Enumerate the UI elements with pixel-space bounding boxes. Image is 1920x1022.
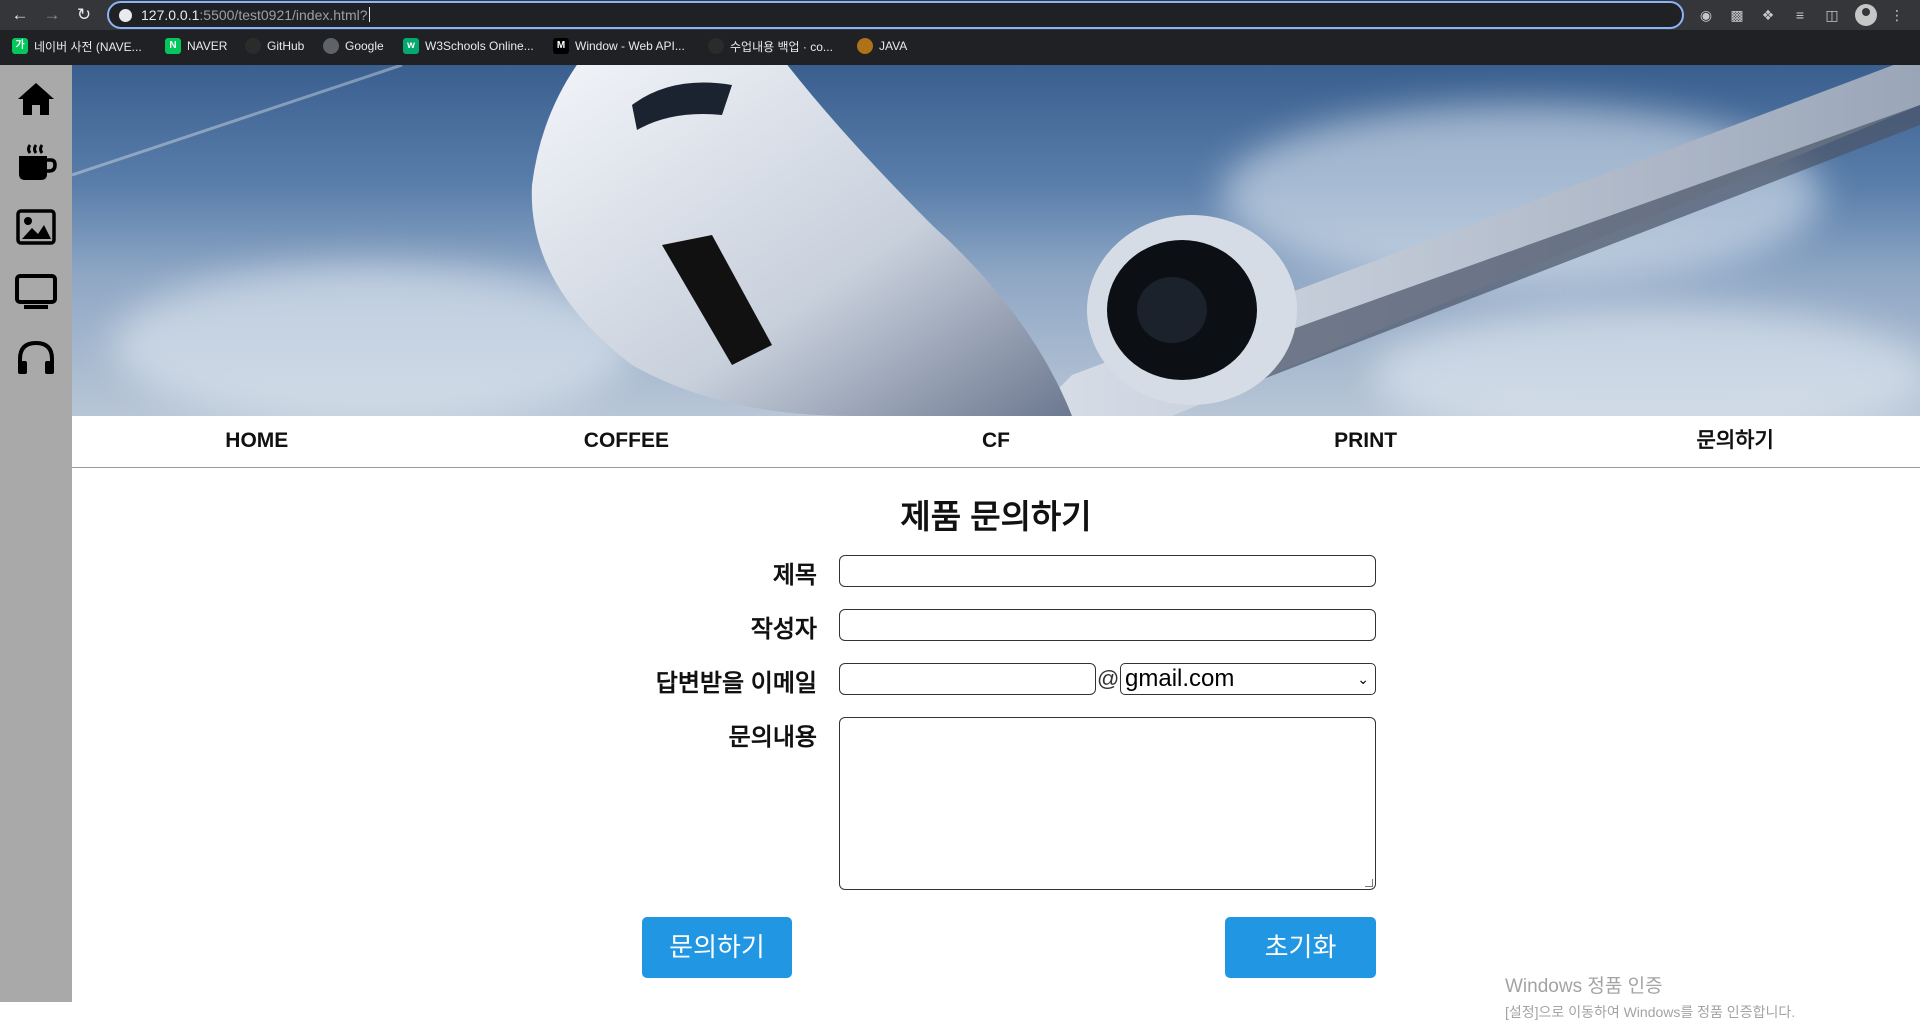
content-textarea[interactable] [839,717,1376,890]
text-caret [368,7,370,22]
bookmark-label: Google [345,39,384,53]
naver-dict-icon: 가 [12,38,28,54]
author-input[interactable] [839,609,1376,641]
watermark-subtitle: [설정]으로 이동하여 Windows를 정품 인증합니다. [1505,1004,1796,1020]
more-menu-icon[interactable]: ⋮ [1887,5,1907,25]
bookmark-label: GitHub [267,39,305,53]
reload-icon[interactable]: ↻ [74,5,94,25]
icon-sidebar [0,65,72,1002]
bookmark-item[interactable]: w W3Schools Online... [403,35,534,57]
home-icon[interactable] [14,77,58,121]
headphones-icon[interactable] [14,335,58,379]
nav-cf[interactable]: CF [811,416,1181,467]
form-title: 제품 문의하기 [900,498,1092,535]
windows-activation-watermark: Windows 정품 인증 [설정]으로 이동하여 Windows를 정품 인증… [1505,971,1795,1022]
coffee-icon[interactable] [14,140,58,184]
bookmark-item[interactable]: JAVA [857,35,907,57]
chevron-down-icon: ⌄ [1357,671,1369,687]
subject-label: 제목 [772,562,817,589]
hero-airplane-image [72,65,1920,416]
screen-cast-icon[interactable]: ▩ [1727,5,1747,25]
tv-icon[interactable] [14,270,58,314]
nav-inquiry[interactable]: 문의하기 [1550,416,1920,467]
watermark-title: Windows 정품 인증 [1505,976,1663,997]
url-text: 127.0.0.1:5500/test0921/index.html? [141,7,370,23]
subject-input[interactable] [839,555,1376,587]
bookmark-item[interactable]: 수업내용 백업 · co... [708,35,833,57]
mdn-icon: M [553,38,569,54]
email-at-sign: @ [1097,666,1120,691]
airplane-illustration [72,65,1920,416]
back-arrow-icon[interactable]: ← [10,5,30,25]
page: HOME COFFEE CF PRINT 문의하기 제품 문의하기 제목 작성자… [0,65,1920,1020]
notion-icon [708,38,724,54]
bookmark-item[interactable]: N NAVER [165,35,227,57]
profile-avatar-icon[interactable] [1855,4,1877,26]
image-icon[interactable] [14,205,58,249]
content-label: 문의내용 [728,724,817,751]
bookmark-label: 네이버 사전 (NAVE... [34,39,142,54]
url-path: :5500/test0921/index.html? [199,7,368,23]
java-icon [857,38,873,54]
extensions-icon[interactable]: ❖ [1758,5,1778,25]
email-label: 답변받을 이메일 [655,670,817,697]
google-icon [323,38,339,54]
bookmark-item[interactable]: M Window - Web API... [553,35,685,57]
bookmark-item[interactable]: GitHub [245,35,304,57]
nav-print[interactable]: PRINT [1181,416,1551,467]
naver-icon: N [165,38,181,54]
browser-toolbar: ← → ↻ 127.0.0.1:5500/test0921/index.html… [0,0,1920,30]
bookmark-item[interactable]: 가 네이버 사전 (NAVE... [12,35,142,57]
bookmark-label: JAVA [879,39,908,53]
url-host: 127.0.0.1 [141,7,200,23]
author-label: 작성자 [750,616,817,643]
bookmark-label: Window - Web API... [575,39,685,53]
bookmark-label: NAVER [187,39,228,53]
site-info-icon[interactable] [119,9,132,22]
submit-button[interactable]: 문의하기 [642,917,792,978]
camera-icon[interactable]: ◉ [1696,5,1716,25]
w3schools-icon: w [403,38,419,54]
side-panel-icon[interactable]: ◫ [1822,5,1842,25]
bookmark-item[interactable]: Google [323,35,384,57]
browser-chrome: ← → ↻ 127.0.0.1:5500/test0921/index.html… [0,0,1920,65]
email-domain-select[interactable]: gmail.com ⌄ [1120,663,1376,695]
github-icon [245,38,261,54]
main-nav: HOME COFFEE CF PRINT 문의하기 [72,416,1920,468]
forward-arrow-icon[interactable]: → [42,5,62,25]
nav-home[interactable]: HOME [72,416,442,467]
address-bar[interactable]: 127.0.0.1:5500/test0921/index.html? [107,1,1684,29]
bookmarks-bar: 가 네이버 사전 (NAVE... N NAVER GitHub Google … [0,33,1920,59]
bookmark-label: W3Schools Online... [425,39,534,53]
nav-coffee[interactable]: COFFEE [442,416,812,467]
resize-handle-icon[interactable] [1365,879,1373,887]
email-id-input[interactable] [839,663,1096,695]
bookmark-label: 수업내용 백업 · co... [730,39,833,54]
reset-button[interactable]: 초기화 [1225,917,1376,978]
reading-list-icon[interactable]: ≡ [1790,5,1810,25]
email-domain-value: gmail.com [1125,665,1235,692]
